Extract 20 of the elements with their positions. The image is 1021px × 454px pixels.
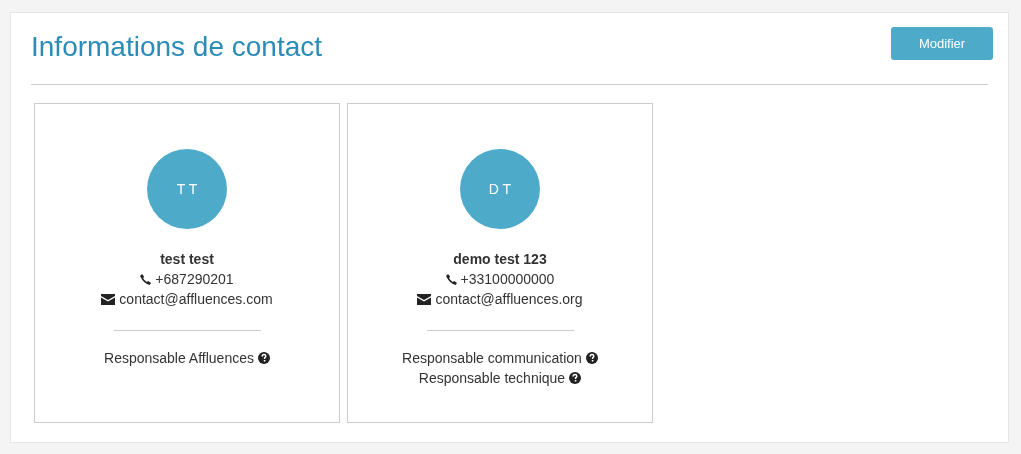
phone-number: +33100000000 xyxy=(460,270,555,289)
role-label: Responsable communication xyxy=(402,349,582,368)
email-address: contact@affluences.com xyxy=(119,290,273,309)
avatar: T T xyxy=(147,149,227,229)
edit-button[interactable]: Modifier xyxy=(891,27,993,60)
avatar: D T xyxy=(460,149,540,229)
help-icon[interactable] xyxy=(585,352,598,364)
contact-name: demo test 123 xyxy=(453,250,547,269)
phone-icon xyxy=(140,273,152,285)
phone-icon xyxy=(445,273,457,285)
help-icon[interactable] xyxy=(569,372,582,384)
role-label: Responsable technique xyxy=(418,369,566,388)
envelope-icon xyxy=(417,293,432,305)
role-label: Responsable Affluences xyxy=(104,349,254,368)
phone-number: +687290201 xyxy=(155,270,234,289)
email-address: contact@affluences.org xyxy=(435,290,583,309)
help-icon[interactable] xyxy=(258,352,270,364)
contact-name: test test xyxy=(160,250,214,269)
page-title: Informations de contact xyxy=(31,31,323,63)
envelope-icon xyxy=(101,293,116,305)
